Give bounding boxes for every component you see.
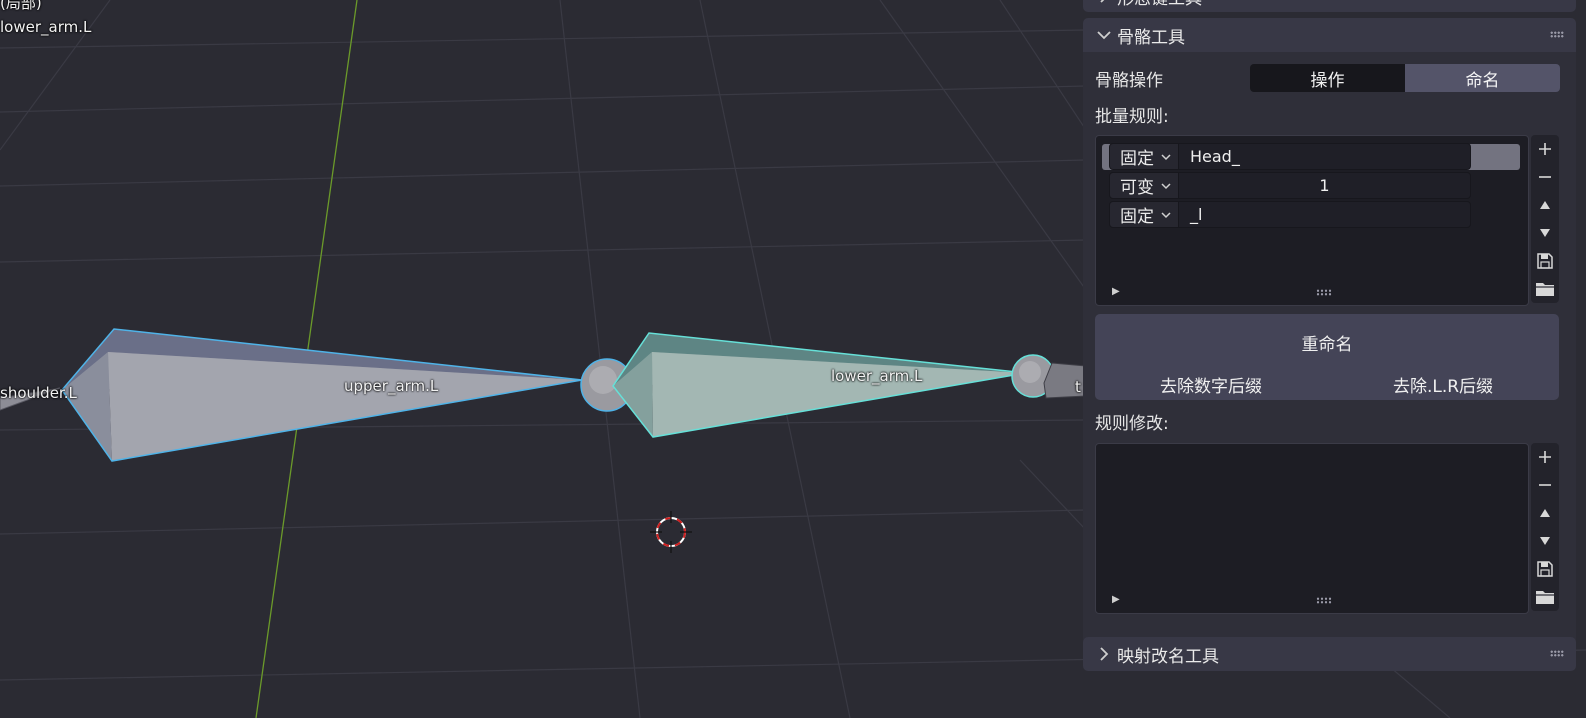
chevron-down-icon: [1161, 212, 1171, 219]
bone-tools-header[interactable]: 骨骼工具: [1083, 18, 1576, 52]
upper-arm-bone[interactable]: [61, 328, 583, 462]
list-resize-handle[interactable]: [1316, 597, 1332, 604]
rule-row-1[interactable]: 固定 Head_: [1109, 143, 1471, 170]
batch-rules-side-buttons: [1531, 135, 1559, 303]
tab-operate[interactable]: 操作: [1250, 64, 1405, 92]
chevron-right-icon: [1100, 647, 1109, 661]
rule-value-field[interactable]: 1: [1179, 172, 1471, 199]
move-up-icon[interactable]: [1531, 191, 1559, 219]
folder-icon[interactable]: [1531, 275, 1559, 303]
move-down-icon[interactable]: [1531, 219, 1559, 247]
viewport-header-line-2: lower_arm.L: [0, 18, 92, 36]
bone-label-lower-arm: lower_arm.L: [831, 367, 923, 385]
rule-row-3[interactable]: 固定 _l: [1109, 201, 1471, 228]
viewport-header-line-1: (局部): [0, 0, 42, 12]
shape-key-tools-header[interactable]: 形态键工具: [1083, 0, 1576, 12]
sidebar-panel: 形态键工具 骨骼工具 骨骼操作 操作 命名 批量规则: 固定 Head_: [1083, 0, 1580, 718]
rule-value-field[interactable]: Head_: [1179, 143, 1471, 170]
bone-label-shoulder: shoulder.L: [0, 384, 77, 402]
add-icon[interactable]: [1531, 135, 1559, 163]
bone-tools-title: 骨骼工具: [1117, 27, 1185, 48]
batch-rules-list[interactable]: 固定 Head_ 可变 1 固定 _l ▶: [1095, 135, 1529, 306]
rule-type-label: 固定: [1120, 149, 1154, 169]
save-icon[interactable]: [1531, 555, 1559, 583]
rule-type-dropdown[interactable]: 固定: [1109, 143, 1179, 170]
drag-handle-icon[interactable]: [1550, 650, 1564, 657]
chevron-down-icon: [1097, 31, 1111, 40]
3d-cursor-icon: [650, 511, 692, 553]
rule-value-field[interactable]: _l: [1179, 201, 1471, 228]
remove-icon[interactable]: [1531, 471, 1559, 499]
rule-type-dropdown[interactable]: 固定: [1109, 201, 1179, 228]
shape-key-tools-title: 形态键工具: [1117, 0, 1202, 9]
chevron-down-icon: [1161, 183, 1171, 190]
rule-type-label: 固定: [1120, 207, 1154, 227]
rename-button[interactable]: 重命名: [1095, 328, 1559, 356]
list-resize-handle[interactable]: [1316, 289, 1332, 296]
mapping-rename-tools-header[interactable]: 映射改名工具: [1083, 637, 1576, 671]
chevron-right-icon: [1100, 0, 1105, 3]
remove-icon[interactable]: [1531, 163, 1559, 191]
rule-edit-side-buttons: [1531, 443, 1559, 611]
batch-rules-label: 批量规则:: [1095, 107, 1169, 127]
rule-edit-label: 规则修改:: [1095, 414, 1169, 434]
expand-filter-icon[interactable]: ▶: [1112, 594, 1122, 605]
chevron-down-icon: [1161, 154, 1171, 161]
rule-edit-list[interactable]: ▶: [1095, 443, 1529, 614]
add-icon[interactable]: [1531, 443, 1559, 471]
drag-handle-icon[interactable]: [1550, 31, 1564, 38]
rule-row-2[interactable]: 可变 1: [1109, 172, 1471, 199]
mapping-rename-tools-title: 映射改名工具: [1117, 646, 1219, 667]
bone-tools-body: 骨骼操作 操作 命名 批量规则: 固定 Head_ 可变 1 固定 _l ▶ 重…: [1083, 52, 1576, 644]
move-up-icon[interactable]: [1531, 499, 1559, 527]
rule-type-dropdown[interactable]: 可变: [1109, 172, 1179, 199]
bone-label-partial: t: [1075, 378, 1081, 396]
move-down-icon[interactable]: [1531, 527, 1559, 555]
folder-icon[interactable]: [1531, 583, 1559, 611]
mode-toggle: 操作 命名: [1250, 64, 1560, 92]
remove-lr-suffix-button[interactable]: 去除.L.R后缀: [1327, 372, 1559, 397]
tab-naming[interactable]: 命名: [1405, 64, 1560, 92]
expand-filter-icon[interactable]: ▶: [1112, 286, 1122, 297]
save-icon[interactable]: [1531, 247, 1559, 275]
rename-operations: 重命名 去除数字后缀 去除.L.R后缀: [1095, 314, 1559, 400]
rule-type-label: 可变: [1120, 178, 1154, 198]
remove-number-suffix-button[interactable]: 去除数字后缀: [1095, 372, 1327, 397]
bone-op-label: 骨骼操作: [1095, 71, 1163, 91]
bone-label-upper-arm: upper_arm.L: [344, 377, 439, 395]
